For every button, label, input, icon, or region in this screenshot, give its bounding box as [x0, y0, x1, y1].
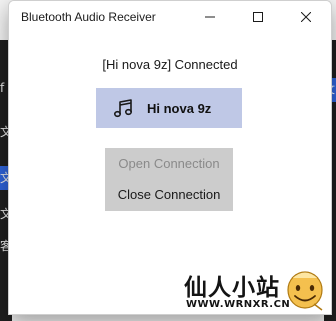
maximize-icon: [253, 12, 263, 22]
open-connection-button[interactable]: Open Connection: [105, 148, 233, 179]
close-icon: [301, 12, 311, 22]
music-note-icon: [112, 97, 134, 119]
minimize-button[interactable]: [187, 1, 233, 33]
connection-status: [Hi nova 9z] Connected: [102, 57, 238, 72]
watermark-title: 仙人小站: [184, 275, 280, 301]
site-watermark: 仙人小站 WWW.WRNXR.CN: [180, 264, 332, 318]
smiley-face-icon: [287, 271, 323, 311]
close-window-button[interactable]: [283, 1, 329, 33]
connection-actions: Open Connection Close Connection: [105, 148, 233, 211]
watermark-url: WWW.WRNXR.CN: [186, 299, 291, 310]
device-card[interactable]: Hi nova 9z: [96, 88, 242, 128]
window-title: Bluetooth Audio Receiver: [21, 10, 156, 24]
close-connection-button[interactable]: Close Connection: [105, 179, 233, 210]
title-bar[interactable]: Bluetooth Audio Receiver: [9, 1, 331, 33]
device-name: Hi nova 9z: [147, 100, 212, 116]
maximize-button[interactable]: [235, 1, 281, 33]
minimize-icon: [205, 16, 215, 18]
